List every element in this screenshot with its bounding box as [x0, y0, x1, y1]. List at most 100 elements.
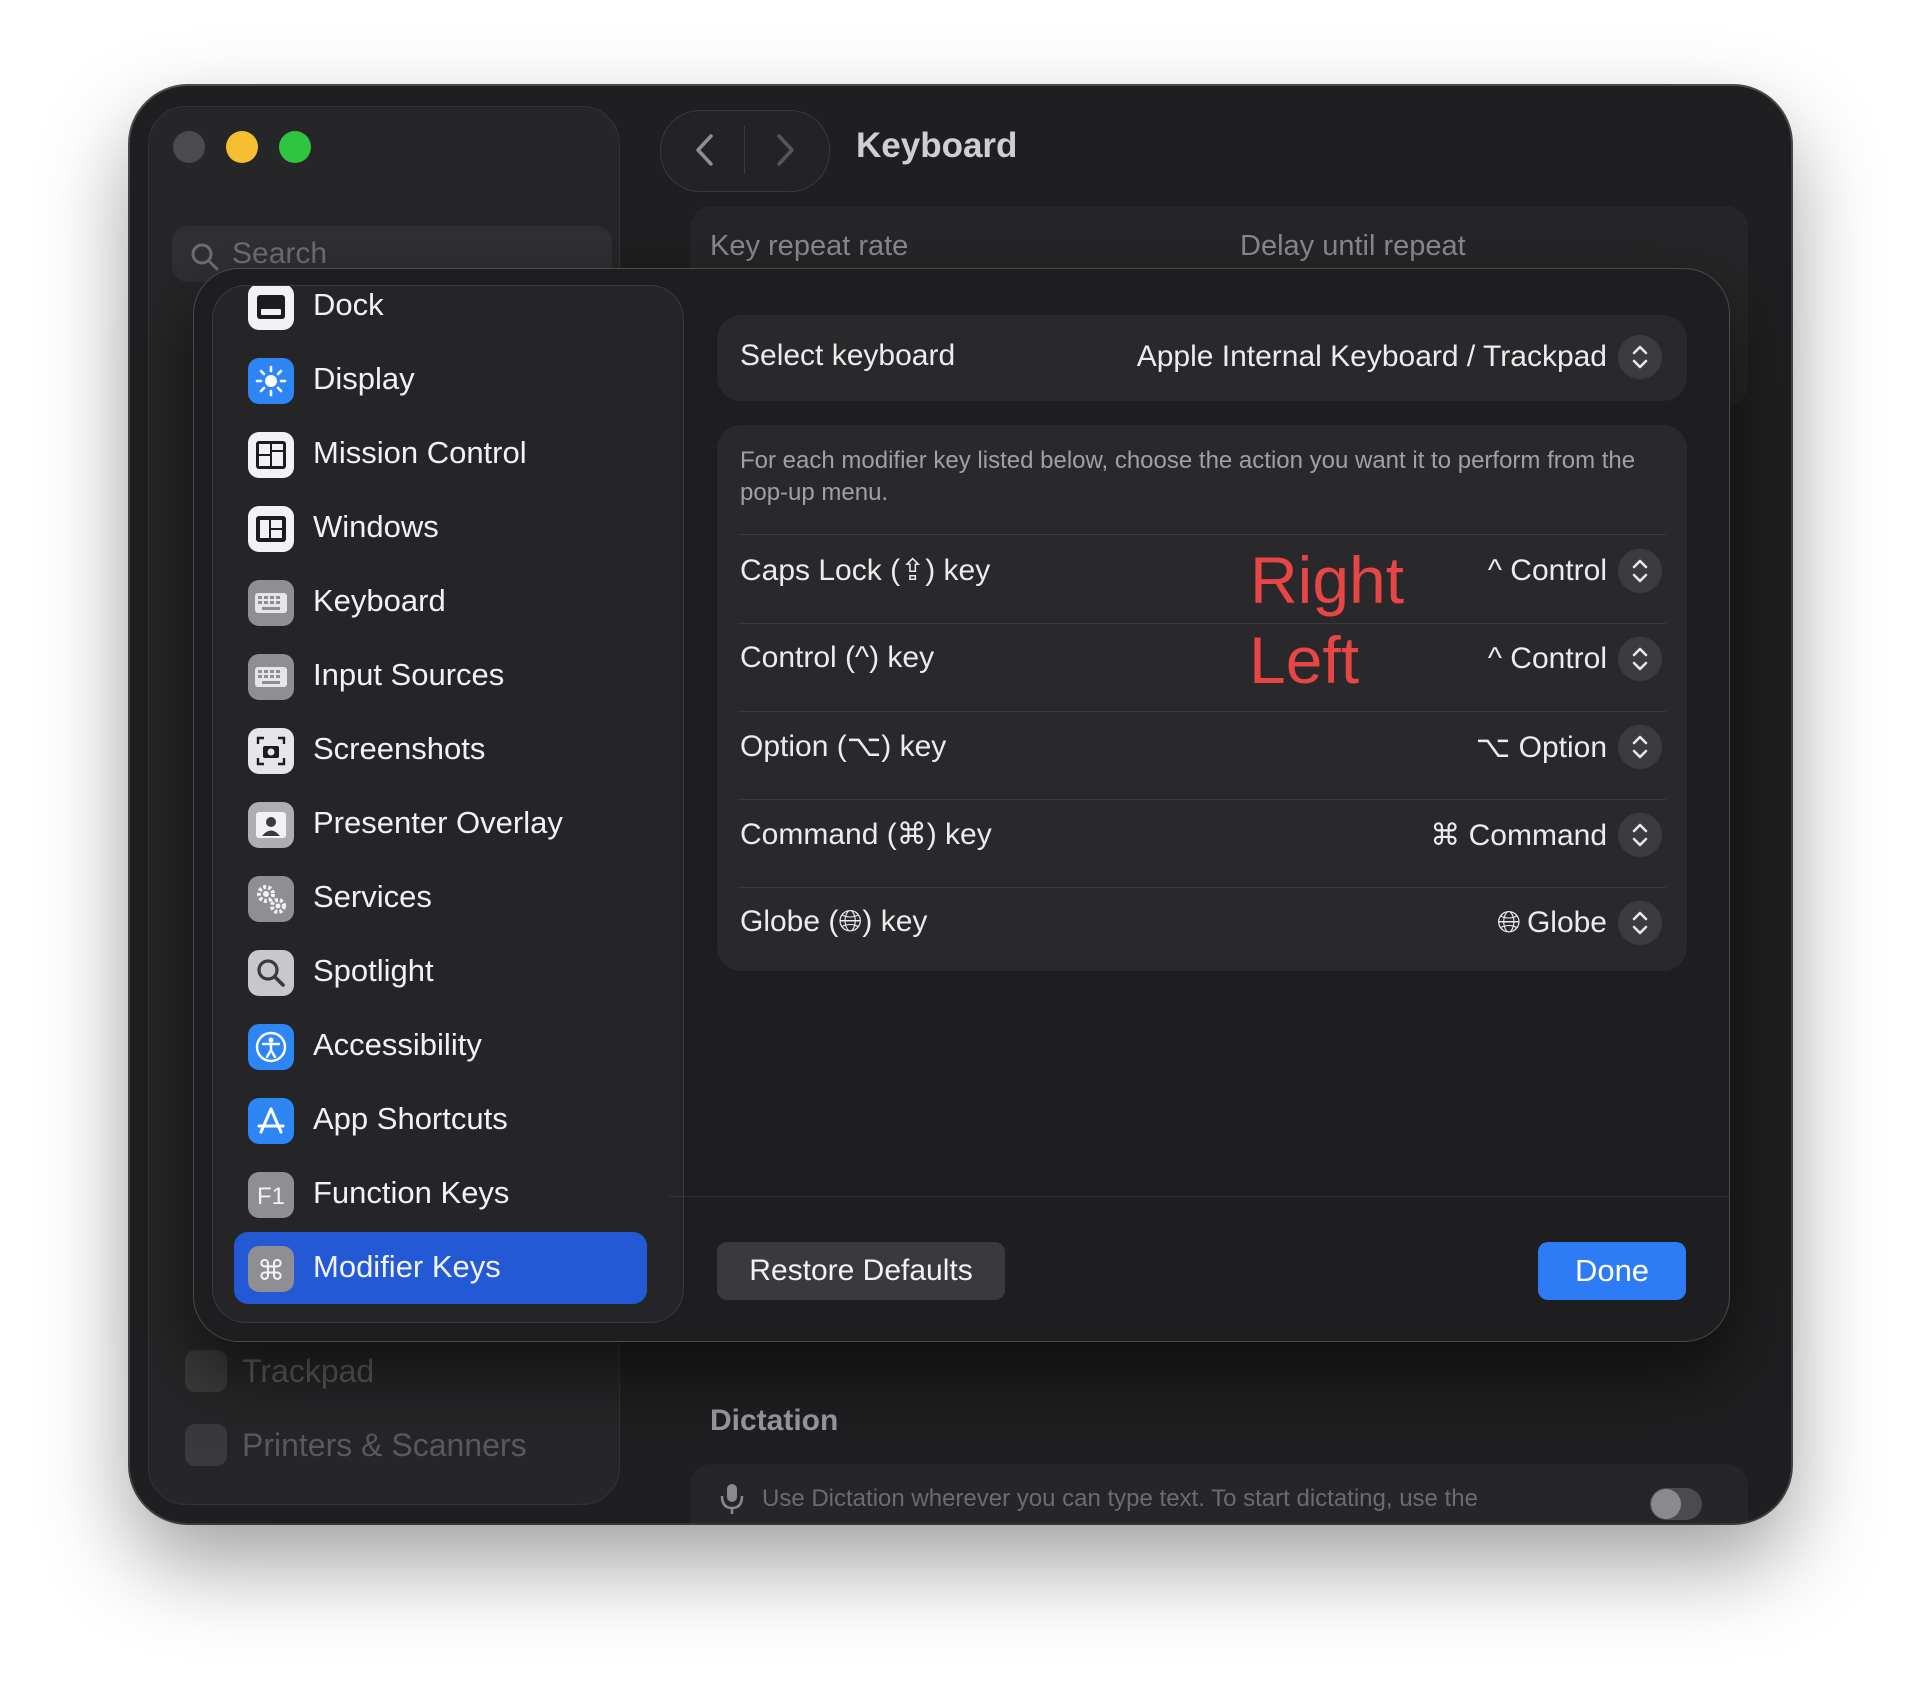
- zoom-window-button[interactable]: [279, 131, 311, 163]
- sidebar-item-label: Dock: [313, 287, 384, 322]
- microphone-icon: [720, 1484, 744, 1514]
- navigation-buttons: [660, 110, 830, 192]
- chevron-up-down-icon: [1632, 647, 1648, 671]
- command-key-label: Command (⌘) key: [740, 818, 992, 851]
- windows-icon: [248, 506, 294, 552]
- sidebar-item-app-shortcuts[interactable]: App Shortcuts: [234, 1084, 647, 1156]
- sidebar-item-label: Screenshots: [313, 731, 486, 766]
- back-chevron-icon[interactable]: [692, 132, 718, 168]
- keyboard-icon: [248, 580, 294, 626]
- chevron-up-down-icon: [1632, 559, 1648, 583]
- presenter-overlay-icon: [248, 802, 294, 848]
- key-repeat-label: Key repeat rate: [710, 230, 909, 262]
- svg-text:F1: F1: [257, 1183, 285, 1210]
- sidebar-item-modifier-keys[interactable]: ⌘ Modifier Keys: [234, 1232, 647, 1304]
- chevron-up-down-icon: [1632, 735, 1648, 759]
- spotlight-icon: [248, 950, 294, 996]
- globe-key-value-text: Globe: [1526, 906, 1607, 939]
- sidebar-item-label: Accessibility: [313, 1027, 482, 1062]
- sidebar-item-display[interactable]: Display: [234, 344, 647, 416]
- select-keyboard-stepper[interactable]: [1618, 335, 1662, 379]
- sidebar-item-label: Input Sources: [313, 657, 505, 692]
- caps-lock-value[interactable]: ^ Control: [1488, 554, 1607, 588]
- dictation-description: Use Dictation wherever you can type text…: [762, 1485, 1478, 1512]
- sidebar-item-function-keys[interactable]: F1 Function Keys: [234, 1158, 647, 1230]
- sidebar-item-label: Windows: [313, 509, 439, 544]
- caps-lock-stepper[interactable]: [1618, 549, 1662, 593]
- sidebar-item-label: App Shortcuts: [313, 1101, 508, 1136]
- sidebar-item-label: Mission Control: [313, 435, 527, 470]
- modifier-description: For each modifier key listed below, choo…: [740, 447, 1636, 506]
- sidebar-item-printers-scanners[interactable]: Printers & Scanners: [242, 1427, 527, 1464]
- printer-icon: [185, 1424, 227, 1466]
- search-placeholder: Search: [232, 237, 328, 270]
- sidebar-item-label: Presenter Overlay: [313, 805, 563, 840]
- sidebar-item-keyboard[interactable]: Keyboard: [234, 566, 647, 638]
- row-divider: [738, 623, 1666, 624]
- globe-icon: 🌐︎: [1496, 906, 1521, 939]
- chevron-up-down-icon: [1632, 911, 1648, 935]
- row-divider: [738, 887, 1666, 888]
- sidebar-item-services[interactable]: Services: [234, 862, 647, 934]
- sidebar-item-label: Modifier Keys: [313, 1249, 501, 1284]
- app-shortcuts-icon: [248, 1098, 294, 1144]
- option-key-label: Option (⌥) key: [740, 730, 947, 763]
- footer-divider: [669, 1196, 1729, 1197]
- sidebar-item-mission-control[interactable]: Mission Control: [234, 418, 647, 490]
- annotation-left: Left: [1249, 623, 1360, 697]
- nav-separator: [744, 126, 745, 174]
- close-window-button[interactable]: [173, 131, 205, 163]
- trackpad-icon: [185, 1350, 227, 1392]
- delay-repeat-label: Delay until repeat: [1240, 230, 1466, 262]
- accessibility-icon: [248, 1024, 294, 1070]
- dock-icon: [248, 286, 294, 330]
- sidebar-item-label: Spotlight: [313, 953, 434, 988]
- input-sources-icon: [248, 654, 294, 700]
- control-key-label: Control (^) key: [740, 641, 935, 674]
- chevron-up-down-icon: [1632, 345, 1648, 369]
- globe-key-value[interactable]: 🌐︎ Globe: [1497, 906, 1607, 940]
- sidebar-item-accessibility[interactable]: Accessibility: [234, 1010, 647, 1082]
- modifier-keys-icon: ⌘: [248, 1246, 294, 1292]
- screenshots-icon: [248, 728, 294, 774]
- globe-key-label: Globe (🌐︎) key: [740, 905, 928, 938]
- forward-chevron-icon[interactable]: [772, 132, 798, 168]
- sidebar-item-screenshots[interactable]: Screenshots: [234, 714, 647, 786]
- keyboard-shortcuts-sheet: Dock Display Mission Control Windows Key…: [193, 268, 1730, 1342]
- services-icon: [248, 876, 294, 922]
- sidebar-item-dock[interactable]: Dock: [234, 286, 647, 342]
- sidebar-item-input-sources[interactable]: Input Sources: [234, 640, 647, 712]
- restore-defaults-button[interactable]: Restore Defaults: [717, 1242, 1005, 1300]
- row-divider: [738, 534, 1666, 535]
- sidebar-item-label: Services: [313, 879, 432, 914]
- control-key-value[interactable]: ^ Control: [1488, 642, 1607, 676]
- sidebar-item-presenter-overlay[interactable]: Presenter Overlay: [234, 788, 647, 860]
- mission-control-icon: [248, 432, 294, 478]
- sidebar-item-trackpad[interactable]: Trackpad: [242, 1353, 374, 1390]
- sidebar-item-windows[interactable]: Windows: [234, 492, 647, 564]
- control-key-stepper[interactable]: [1618, 637, 1662, 681]
- caps-lock-label: Caps Lock (⇪) key: [740, 554, 991, 587]
- sidebar-item-spotlight[interactable]: Spotlight: [234, 936, 647, 1008]
- function-keys-icon: F1: [248, 1172, 294, 1218]
- globe-key-stepper[interactable]: [1618, 901, 1662, 945]
- sidebar-item-label: Keyboard: [313, 583, 446, 618]
- select-keyboard-value[interactable]: Apple Internal Keyboard / Trackpad: [1137, 340, 1607, 374]
- chevron-up-down-icon: [1632, 823, 1648, 847]
- done-button[interactable]: Done: [1538, 1242, 1686, 1300]
- display-icon: [248, 358, 294, 404]
- annotation-right: Right: [1250, 543, 1405, 617]
- row-divider: [738, 711, 1666, 712]
- command-key-stepper[interactable]: [1618, 813, 1662, 857]
- sidebar-item-label: Display: [313, 361, 415, 396]
- sidebar-item-label: Function Keys: [313, 1175, 510, 1210]
- search-icon: [191, 243, 219, 271]
- select-keyboard-label: Select keyboard: [740, 339, 956, 372]
- row-divider: [738, 799, 1666, 800]
- minimize-window-button[interactable]: [226, 131, 258, 163]
- shortcuts-sidebar: Dock Display Mission Control Windows Key…: [212, 285, 684, 1323]
- option-key-stepper[interactable]: [1618, 725, 1662, 769]
- command-key-value[interactable]: ⌘ Command: [1430, 818, 1607, 853]
- option-key-value[interactable]: ⌥ Option: [1476, 730, 1607, 765]
- window-title: Keyboard: [856, 126, 1018, 165]
